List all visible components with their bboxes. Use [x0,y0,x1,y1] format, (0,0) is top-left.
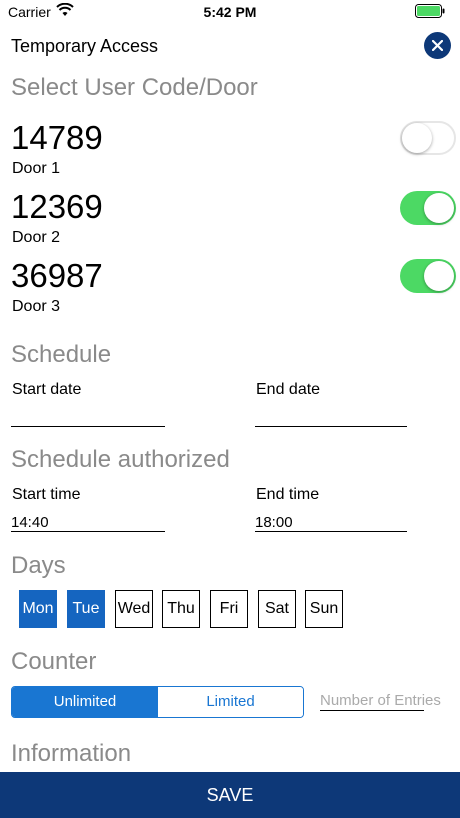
section-select-heading: Select User Code/Door [11,74,258,101]
toggle-knob [424,261,454,291]
section-schedule-authorized-heading: Schedule authorized [11,446,230,473]
toggle-knob [402,123,432,153]
start-date-label: Start date [12,381,82,398]
end-time-field[interactable]: 18:00 [255,514,407,532]
door-code-2: 12369 [11,188,103,225]
door-3-toggle[interactable] [400,259,456,293]
section-information-heading: Information [11,740,132,767]
entries-underline [320,710,424,711]
door-name-1: Door 1 [12,160,61,177]
section-days-heading: Days [11,552,66,579]
end-time-label: End time [256,486,320,503]
toggle-knob [424,193,454,223]
door-name-3: Door 3 [12,298,61,315]
section-schedule-heading: Schedule [11,341,112,368]
close-button[interactable] [424,32,451,59]
close-icon [432,40,443,51]
door-2-toggle[interactable] [400,191,456,225]
battery-icon [415,4,445,18]
counter-segmented-control: Unlimited Limited [11,686,304,718]
day-fri[interactable]: Fri [210,590,248,628]
status-time: 5:42 PM [203,4,257,20]
day-wed[interactable]: Wed [115,590,153,628]
day-sun[interactable]: Sun [305,590,343,628]
door-code-3: 36987 [11,257,103,294]
door-name-2: Door 2 [12,229,61,246]
day-mon[interactable]: Mon [19,590,57,628]
day-sat[interactable]: Sat [258,590,296,628]
number-of-entries-input[interactable]: Number of Entries [320,692,441,709]
end-date-label: End date [256,381,321,398]
door-1-toggle[interactable] [400,121,456,155]
start-date-field[interactable] [11,409,165,427]
counter-limited-option[interactable]: Limited [158,687,303,717]
end-date-field[interactable] [255,409,407,427]
door-code-1: 14789 [11,119,103,156]
page-title: Temporary Access [11,36,159,56]
start-time-field[interactable]: 14:40 [11,514,165,532]
start-time-label: Start time [12,486,81,503]
day-thu[interactable]: Thu [162,590,200,628]
section-counter-heading: Counter [11,648,97,675]
day-tue[interactable]: Tue [67,590,105,628]
counter-unlimited-option[interactable]: Unlimited [12,687,158,717]
save-button[interactable]: SAVE [0,772,460,818]
status-bar: Carrier 5:42 PM [0,0,460,24]
